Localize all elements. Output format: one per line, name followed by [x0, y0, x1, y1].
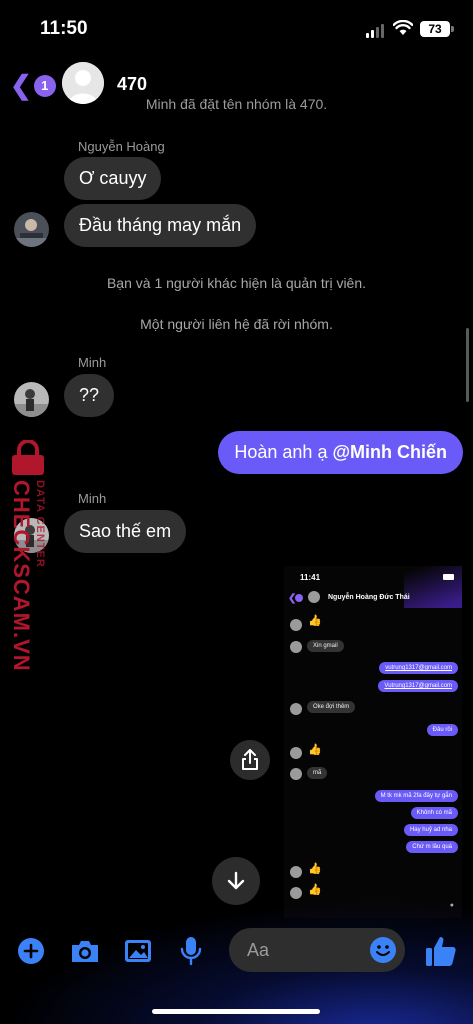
- message-bubble[interactable]: Sao thế em: [64, 510, 187, 553]
- avatar: [290, 619, 302, 631]
- avatar[interactable]: [14, 212, 49, 247]
- voice-button[interactable]: [176, 936, 206, 966]
- screenshot-title: Nguyễn Hoàng Đức Thái: [328, 594, 410, 601]
- avatar: [290, 641, 302, 653]
- camera-icon: [72, 941, 98, 962]
- badge-icon: [295, 594, 303, 602]
- sender-name: Nguyễn Hoàng: [78, 139, 165, 154]
- message-bubble: mã: [307, 767, 328, 779]
- message-bubble: Xin gmail: [307, 640, 344, 652]
- message-bubble[interactable]: Đầu tháng may mắn: [64, 204, 257, 247]
- system-notice-clipped: Minh đã đặt tên nhóm là 470.: [145, 96, 328, 112]
- message-bubble[interactable]: ??: [64, 374, 115, 417]
- chat-title[interactable]: 470: [117, 74, 147, 95]
- message-bubble-sent[interactable]: Hoàn anh ạ @Minh Chiến: [218, 431, 463, 474]
- message-bubble-sent: vutrung1317@gmail.com: [379, 662, 458, 674]
- battery-indicator: 73: [420, 21, 454, 37]
- message-bubble-sent: Hay huỷ ad nha: [403, 824, 458, 836]
- unread-count-badge: 1: [33, 74, 56, 97]
- scrollbar[interactable]: [466, 328, 469, 402]
- avatar: [290, 887, 302, 899]
- screenshot-clock: 11:41: [300, 573, 321, 582]
- wifi-icon: [393, 20, 413, 35]
- microphone-icon: [180, 937, 202, 966]
- avatar[interactable]: [14, 382, 49, 417]
- image-icon: [125, 940, 151, 962]
- composer-bar: [0, 928, 473, 974]
- scroll-to-bottom-button[interactable]: [212, 857, 260, 905]
- thumbs-up-icon[interactable]: [424, 934, 458, 968]
- avatar: [290, 768, 302, 780]
- camera-button[interactable]: [70, 936, 100, 966]
- battery-icon: [443, 574, 454, 580]
- like-icon: 👍: [308, 615, 322, 627]
- emoji-icon[interactable]: [369, 936, 397, 964]
- share-icon: [242, 749, 258, 770]
- system-message: Một người liên hệ đã rời nhóm.: [140, 316, 333, 332]
- message-text: Hoàn anh ạ: [234, 442, 333, 462]
- message-input-wrapper: [229, 928, 405, 972]
- gallery-button[interactable]: [123, 936, 153, 966]
- message-bubble-sent: Chứ m lâu quá: [406, 841, 458, 853]
- avatar: [290, 747, 302, 759]
- sender-name: Minh: [78, 491, 107, 506]
- message-bubble-sent: Đâu rồi: [426, 724, 458, 736]
- watermark: CHECKSCAM.VN DATA CENTER: [4, 440, 54, 672]
- mention-link[interactable]: @Minh Chiến: [332, 442, 447, 462]
- avatar: [290, 703, 302, 715]
- like-icon: 👍: [308, 884, 322, 896]
- like-icon: 👍: [308, 863, 322, 875]
- plus-circle-icon: [18, 938, 44, 964]
- message-bubble-sent: Khônh có mã: [410, 807, 458, 819]
- share-button[interactable]: [230, 740, 270, 780]
- cellular-signal-icon: [366, 24, 384, 38]
- avatar: [308, 591, 320, 603]
- message-bubble[interactable]: Ơ cauyy: [64, 157, 162, 200]
- lock-icon: [12, 440, 44, 475]
- message-bubble-sent: Vutrung1317@gmail.com: [378, 680, 458, 692]
- shared-screenshot-image[interactable]: 11:41 ❮ Nguyễn Hoàng Đức Thái 👍 Xin gmai…: [284, 566, 462, 918]
- system-message: Bạn và 1 người khác hiện là quản trị viê…: [106, 275, 367, 291]
- status-bar: 11:50 73: [0, 0, 473, 56]
- message-bubble-sent: M tk mk mã 2fa đây tự gắn: [374, 790, 458, 802]
- add-button[interactable]: [16, 936, 46, 966]
- watermark-brand: CHECKSCAM.VN: [9, 480, 34, 672]
- watermark-sub: DATA CENTER: [34, 480, 46, 568]
- like-icon: 👍: [308, 744, 322, 756]
- home-indicator[interactable]: [152, 1009, 320, 1014]
- clock: 11:50: [40, 18, 88, 39]
- message-input[interactable]: [247, 928, 367, 972]
- arrow-down-icon: [227, 871, 245, 890]
- message-bubble: Oke đợi thêm: [307, 701, 356, 713]
- avatar: [290, 866, 302, 878]
- sender-name: Minh: [78, 355, 107, 370]
